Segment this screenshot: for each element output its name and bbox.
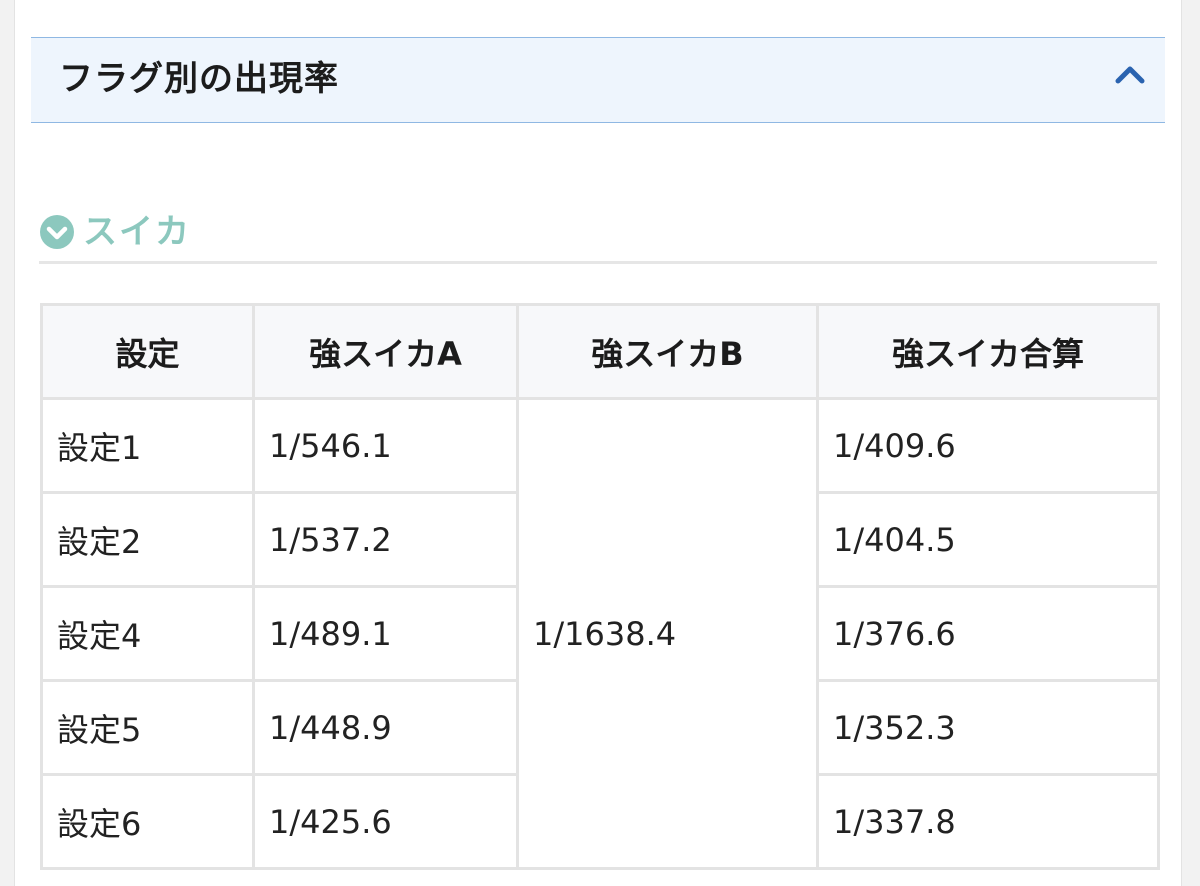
table-header-row: 設定 強スイカA 強スイカB 強スイカ合算 [40,303,1160,400]
cell-strong-suika-b: 1/1638.4 [516,397,819,870]
cell-strong-suika-a: 1/448.9 [252,679,519,776]
header-strong-suika-a: 強スイカA [252,303,519,400]
header-strong-suika-total: 強スイカ合算 [816,303,1160,400]
cell-strong-suika-a: 1/546.1 [252,397,519,494]
cell-setting: 設定1 [40,397,255,494]
table-row: 設定1 1/546.1 1/1638.4 1/409.6 [40,397,1160,870]
cell-strong-suika-a: 1/537.2 [252,491,519,588]
cell-strong-suika-total: 1/409.6 [816,397,1160,494]
cell-strong-suika-a: 1/489.1 [252,585,519,682]
header-strong-suika-b: 強スイカB [516,303,819,400]
circle-chevron-down-icon [40,215,74,249]
content-card: フラグ別の出現率 スイカ 設定 強スイカA 強スイカB 強スイカ合算 設定1 1 [14,0,1182,886]
section-heading-text: スイカ [83,212,191,252]
cell-strong-suika-total: 1/352.3 [816,679,1160,776]
cell-strong-suika-a: 1/425.6 [252,773,519,870]
accordion-header[interactable]: フラグ別の出現率 [31,37,1165,123]
cell-setting: 設定6 [40,773,255,870]
cell-strong-suika-total: 1/376.6 [816,585,1160,682]
chevron-up-icon[interactable] [1113,58,1147,92]
probability-table: 設定 強スイカA 強スイカB 強スイカ合算 設定1 1/546.1 1/1638… [40,303,1160,870]
header-setting: 設定 [40,303,255,400]
cell-setting: 設定2 [40,491,255,588]
accordion-title: フラグ別の出現率 [59,59,339,99]
section-heading: スイカ [39,210,1157,264]
cell-strong-suika-total: 1/337.8 [816,773,1160,870]
cell-setting: 設定5 [40,679,255,776]
cell-strong-suika-total: 1/404.5 [816,491,1160,588]
cell-setting: 設定4 [40,585,255,682]
